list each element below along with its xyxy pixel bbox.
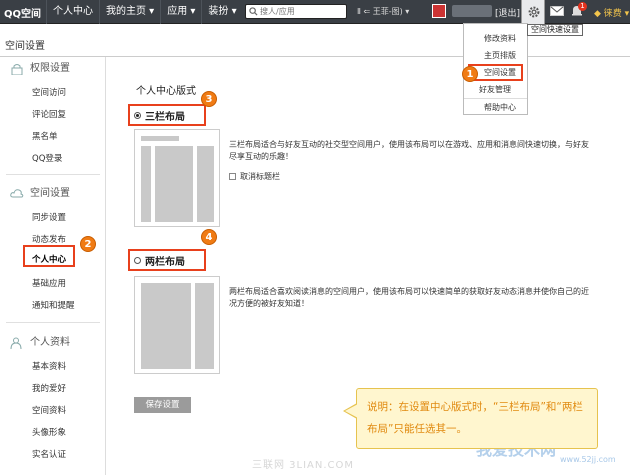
sidebar-item-real-name[interactable]: 实名认证 bbox=[32, 448, 66, 460]
watermark-52jj-url: www.52jj.com bbox=[560, 455, 616, 464]
sidebar-section-title: 个人资料 bbox=[30, 337, 70, 348]
hide-title-bar-checkbox[interactable]: 取消标题栏 bbox=[229, 171, 280, 182]
nav-personal-center[interactable]: 个人中心 bbox=[46, 0, 99, 24]
sidebar-item-space-profile[interactable]: 空间资料 bbox=[32, 404, 66, 416]
note-tail-inner bbox=[345, 404, 358, 418]
checkbox-label: 取消标题栏 bbox=[240, 172, 280, 181]
logout-link[interactable]: [退出] bbox=[495, 6, 520, 19]
menu-item-help-center[interactable]: 帮助中心 bbox=[464, 98, 527, 115]
radio-dot-selected bbox=[134, 111, 141, 119]
sidebar-item-hobbies[interactable]: 我的爱好 bbox=[32, 382, 66, 394]
checkbox[interactable] bbox=[229, 173, 236, 180]
top-navigation-bar: QQ空间 个人中心 我的主页 ▾ 应用 ▾ 装扮 ▾ Ⅱ ⇐ 王菲-图) ▾ [… bbox=[0, 0, 630, 24]
gear-tooltip: 空间快速设置 bbox=[527, 24, 583, 36]
search-box[interactable] bbox=[245, 4, 347, 19]
sidebar-section-space-settings: 空间设置 bbox=[10, 187, 70, 201]
sidebar-item-comment-reply[interactable]: 评论回复 bbox=[32, 108, 66, 120]
three-column-preview bbox=[134, 129, 220, 227]
step-marker-4: 4 bbox=[201, 229, 217, 245]
sidebar-item-blacklist[interactable]: 黑名单 bbox=[32, 130, 58, 142]
sidebar-item-avatar[interactable]: 头像形象 bbox=[32, 426, 66, 438]
notification-badge: 1 bbox=[578, 2, 587, 11]
sidebar-section-profile: 个人资料 bbox=[10, 336, 70, 350]
gear-icon bbox=[528, 6, 540, 18]
preview-block bbox=[141, 146, 151, 222]
preview-block bbox=[195, 283, 214, 369]
sidebar-item-notifications[interactable]: 通知和提醒 bbox=[32, 299, 75, 311]
vip-menu[interactable]: ◆ 徕费 ▾ bbox=[594, 6, 629, 19]
preview-block bbox=[155, 146, 193, 222]
sidebar-item-basic-info[interactable]: 基本资料 bbox=[32, 360, 66, 372]
three-column-description: 三栏布局适合与好友互动的社交型空间用户，使用该布局可以在游戏、应用和消息间快速切… bbox=[229, 140, 589, 161]
search-icon bbox=[249, 7, 258, 16]
lock-icon bbox=[11, 64, 23, 75]
music-player[interactable]: Ⅱ ⇐ 王菲-图) ▾ bbox=[357, 6, 409, 17]
sidebar-section-permissions: 权限设置 bbox=[10, 62, 70, 76]
preview-block bbox=[141, 136, 179, 141]
sidebar-section-title: 空间设置 bbox=[30, 188, 70, 199]
layout-section-title: 个人中心版式 bbox=[136, 86, 196, 97]
two-column-preview bbox=[134, 276, 220, 374]
qzone-logo[interactable]: QQ空间 bbox=[4, 5, 41, 20]
instruction-note: 说明：在设置中心版式时，“三栏布局”和“两栏布局”只能任选其一。 bbox=[343, 388, 598, 449]
page-title: 空间设置 bbox=[5, 41, 45, 52]
two-column-description: 两栏布局适合喜欢阅读消息的空间用户，使用该布局可以快速简单的获取好友动态消息并使… bbox=[229, 287, 589, 308]
nav-decorate[interactable]: 装扮 ▾ bbox=[201, 0, 242, 24]
step-marker-3: 3 bbox=[201, 91, 217, 107]
watermark-3lian: 三联网 3LIAN.COM bbox=[252, 460, 355, 471]
menu-item-homepage-layout[interactable]: 主页排版 bbox=[464, 47, 527, 64]
mail-icon[interactable] bbox=[550, 6, 564, 16]
radio-three-column[interactable]: 三栏布局 bbox=[128, 104, 206, 126]
user-icon bbox=[10, 337, 22, 349]
preview-block bbox=[197, 146, 214, 222]
sidebar-item-feed-publish[interactable]: 动态发布 bbox=[32, 233, 66, 245]
menu-item-friend-management[interactable]: 好友管理 bbox=[464, 81, 527, 98]
sidebar-item-qq-login[interactable]: QQ登录 bbox=[32, 152, 62, 164]
highlight-box-personal-center bbox=[23, 245, 75, 267]
radio-dot bbox=[134, 256, 141, 264]
step-marker-2: 2 bbox=[80, 236, 96, 252]
preview-block bbox=[141, 283, 191, 369]
sidebar-item-basic-apps[interactable]: 基础应用 bbox=[32, 277, 66, 289]
search-input[interactable] bbox=[260, 6, 344, 17]
sidebar-divider bbox=[6, 322, 100, 323]
radio-label: 两栏布局 bbox=[145, 256, 185, 268]
sidebar-item-space-access[interactable]: 空间访问 bbox=[32, 86, 66, 98]
cloud-icon bbox=[10, 189, 24, 198]
radio-two-column[interactable]: 两栏布局 bbox=[128, 249, 206, 271]
nav-my-homepage[interactable]: 我的主页 ▾ bbox=[99, 0, 160, 24]
nav-apps[interactable]: 应用 ▾ bbox=[160, 0, 201, 24]
settings-gear-button[interactable] bbox=[521, 0, 545, 24]
avatar[interactable] bbox=[432, 4, 446, 18]
sidebar-divider bbox=[6, 174, 100, 175]
step-marker-1: 1 bbox=[462, 66, 478, 82]
note-text: 说明：在设置中心版式时，“三栏布局”和“两栏布局”只能任选其一。 bbox=[367, 401, 583, 435]
username-blurred bbox=[452, 5, 492, 17]
radio-label: 三栏布局 bbox=[145, 111, 185, 123]
top-nav: 个人中心 我的主页 ▾ 应用 ▾ 装扮 ▾ bbox=[46, 0, 243, 24]
sidebar-section-title: 权限设置 bbox=[30, 63, 70, 74]
save-settings-button[interactable]: 保存设置 bbox=[134, 397, 191, 413]
menu-item-edit-profile[interactable]: 修改资料 bbox=[464, 30, 527, 47]
sidebar-item-sync-settings[interactable]: 同步设置 bbox=[32, 211, 66, 223]
